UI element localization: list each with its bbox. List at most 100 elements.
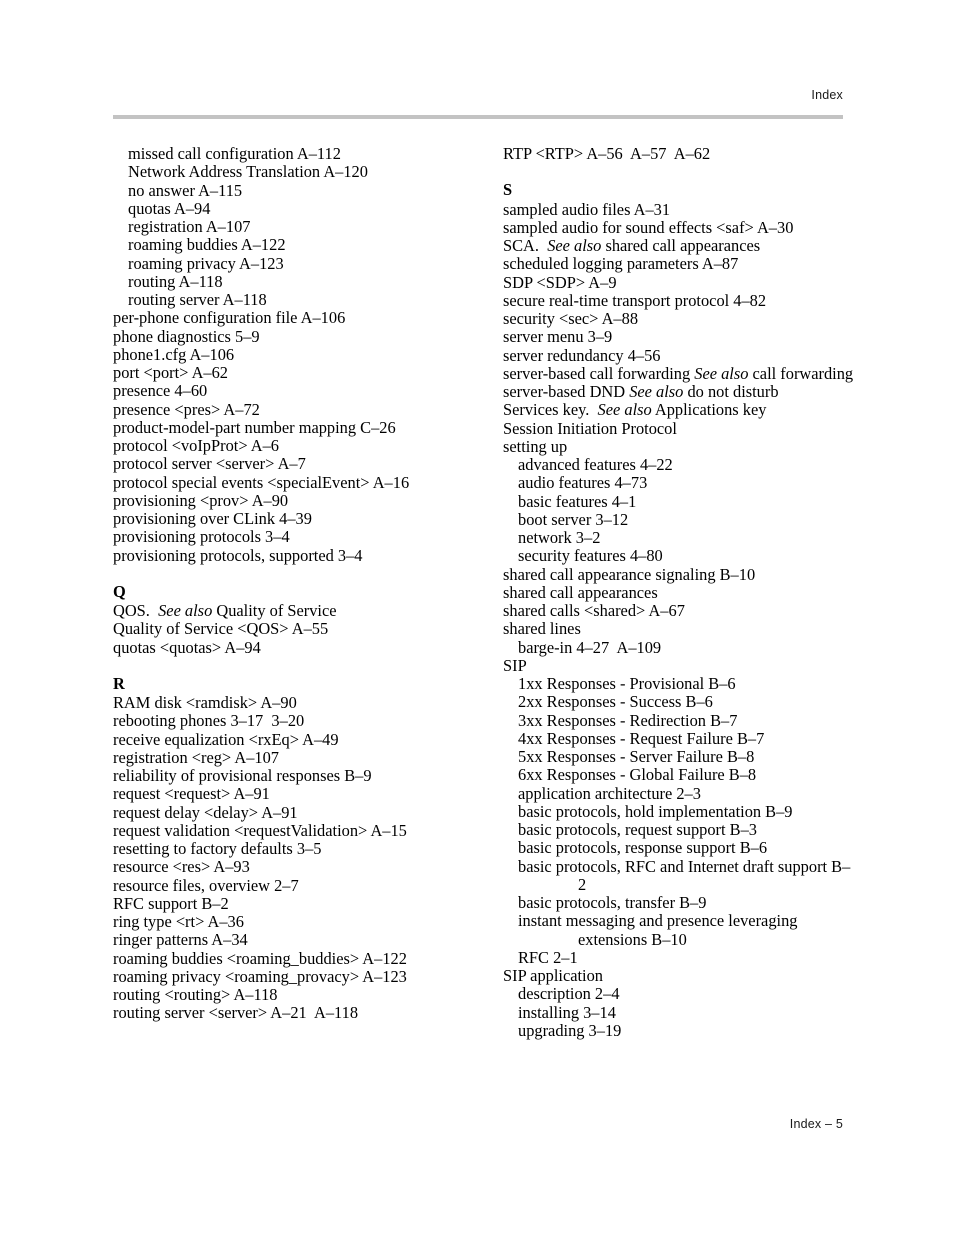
- index-entry: RAM disk <ramdisk> A–90: [113, 693, 297, 712]
- index-entry: provisioning over CLink 4–39: [113, 509, 312, 528]
- see-also-label: See also: [694, 363, 749, 383]
- index-section-letter: S: [503, 180, 513, 200]
- index-entry: port <port> A–62: [113, 363, 229, 382]
- index-entry: roaming buddies A–122: [128, 235, 286, 255]
- index-entry: application architecture 2–3: [518, 783, 701, 803]
- index-column-right: RTP <RTP> A–56 A–57 A–62 Ssampled audio f…: [503, 144, 855, 1040]
- index-entry: shared call appearance signaling B–10: [503, 564, 756, 584]
- index-entry: Services key. See also Applications key: [503, 401, 855, 419]
- index-entry: no answer A–115: [128, 180, 243, 200]
- header-rule: [113, 115, 843, 119]
- index-entry: installing 3–14: [518, 1002, 616, 1022]
- index-entry: barge-in 4–27 A–109: [518, 637, 662, 657]
- index-entry: 2xx Responses - Success B–6: [518, 692, 713, 712]
- index-entry: 3xx Responses - Redirection B–7: [518, 710, 738, 730]
- index-entry: basic protocols, transfer B–9: [518, 893, 707, 912]
- index-entry: product-model-part number mapping C–26: [113, 417, 396, 437]
- index-entry: RFC support B–2: [113, 893, 229, 913]
- index-entry: registration <reg> A–107: [113, 747, 279, 767]
- index-entry: presence 4–60: [113, 381, 208, 401]
- index-entry: provisioning protocols 3–4: [113, 527, 290, 547]
- index-entry-target: Quality of Service: [212, 601, 337, 620]
- index-entry: resource files, overview 2–7: [113, 875, 299, 895]
- index-entry: basic protocols, request support B–3: [518, 820, 757, 839]
- index-entry: missed call configuration A–112: [128, 144, 341, 163]
- index-entry: RTP <RTP> A–56 A–57 A–62: [503, 144, 711, 163]
- index-entry: roaming buddies <roaming_buddies> A–122: [113, 948, 407, 968]
- index-section-letter: R: [113, 673, 125, 693]
- see-also-label: See also: [629, 382, 684, 401]
- index-entry: upgrading 3–19: [518, 1020, 622, 1040]
- index-entry: receive equalization <rxEq> A–49: [113, 729, 339, 749]
- index-entry: phone diagnostics 5–9: [113, 326, 260, 346]
- index-entry: Network Address Translation A–120: [128, 162, 368, 182]
- index-entry: secure real-time transport protocol 4–82: [503, 290, 767, 310]
- index-entry: security features 4–80: [518, 546, 663, 566]
- index-entry: 1xx Responses - Provisional B–6: [518, 674, 736, 693]
- index-entry-term: SCA.: [503, 236, 548, 255]
- index-page: Index missed call configuration A–112 Net…: [0, 0, 954, 1235]
- index-entry: rebooting phones 3–17 3–20: [113, 711, 305, 731]
- index-entry: routing server A–118: [128, 290, 267, 309]
- index-entry: request <request> A–91: [113, 784, 270, 804]
- index-entry: routing <routing> A–118: [113, 985, 278, 1004]
- index-entry: roaming privacy <roaming_provacy> A–123: [113, 966, 407, 986]
- index-column-left: missed call configuration A–112 Network A…: [113, 144, 465, 1023]
- see-also-label: See also: [597, 400, 652, 420]
- index-entry-target: shared call appearances: [601, 236, 761, 255]
- index-entry: request validation <requestValidation> A…: [113, 820, 407, 840]
- index-entry: quotas A–94: [128, 198, 211, 218]
- see-also-label: See also: [158, 601, 213, 620]
- index-entry: Quality of Service <QOS> A–55: [113, 619, 329, 639]
- index-entry: 5xx Responses - Server Failure B–8: [518, 747, 755, 766]
- index-entry: phone1.cfg A–106: [113, 344, 235, 364]
- index-entry: server-based call forwarding See also ca…: [503, 363, 855, 383]
- index-entry: provisioning protocols, supported 3–4: [113, 545, 363, 565]
- index-section-letter: Q: [113, 581, 126, 601]
- index-entry: 4xx Responses - Request Failure B–7: [518, 728, 765, 748]
- index-entry: basic protocols, hold implementation B–9: [518, 801, 793, 821]
- index-entry: audio features 4–73: [518, 473, 648, 493]
- index-entry: shared calls <shared> A–67: [503, 601, 685, 620]
- index-entry: resource <res> A–93: [113, 857, 250, 877]
- index-entry: SDP <SDP> A–9: [503, 272, 617, 292]
- index-entry: sampled audio files A–31: [503, 199, 671, 219]
- index-entry: shared lines: [503, 619, 581, 639]
- index-entry: request delay <delay> A–91: [113, 802, 298, 822]
- index-entry: ringer patterns A–34: [113, 930, 248, 950]
- index-entry: per-phone configuration file A–106: [113, 308, 346, 328]
- index-entry-term: server-based call forwarding: [503, 363, 695, 383]
- index-entry: registration A–107: [128, 217, 251, 236]
- index-entry: server redundancy 4–56: [503, 345, 661, 365]
- index-entry: sampled audio for sound effects <saf> A–…: [503, 217, 794, 237]
- index-entry: ring type <rt> A–36: [113, 912, 244, 931]
- index-entry-term: QOS.: [113, 601, 159, 620]
- index-entry: shared call appearances: [503, 582, 658, 602]
- index-entry: basic protocols, RFC and Internet draft …: [518, 856, 851, 894]
- index-entry: basic features 4–1: [518, 491, 637, 511]
- index-entry: quotas <quotas> A–94: [113, 637, 261, 657]
- page-folio: Index – 5: [789, 1117, 843, 1131]
- index-entry-term: Services key.: [503, 400, 598, 420]
- index-entry: RFC 2–1: [518, 947, 578, 967]
- see-also-label: See also: [547, 236, 602, 255]
- index-entry: instant messaging and presence leveragin…: [518, 911, 802, 949]
- index-entry: description 2–4: [518, 984, 620, 1004]
- index-entry: SIP application: [503, 966, 604, 985]
- index-entry: scheduled logging parameters A–87: [503, 254, 739, 274]
- index-entry: provisioning <prov> A–90: [113, 490, 289, 510]
- index-entry: server menu 3–9: [503, 327, 613, 347]
- index-entry-term: server-based DND: [503, 382, 630, 401]
- index-entry-target: do not disturb: [683, 382, 779, 401]
- index-entry: SIP: [503, 655, 527, 675]
- index-entry: presence <pres> A–72: [113, 399, 260, 419]
- index-entry: roaming privacy A–123: [128, 253, 284, 273]
- index-entry: boot server 3–12: [518, 509, 629, 529]
- index-entry: advanced features 4–22: [518, 455, 673, 474]
- index-entry: protocol <voIpProt> A–6: [113, 436, 279, 455]
- index-entry-target: Applications key: [651, 400, 767, 420]
- index-entry: protocol special events <specialEvent> A…: [113, 472, 410, 492]
- index-entry: network 3–2: [518, 528, 601, 547]
- running-head: Index: [811, 88, 843, 102]
- index-entry: reliability of provisional responses B–9: [113, 766, 372, 785]
